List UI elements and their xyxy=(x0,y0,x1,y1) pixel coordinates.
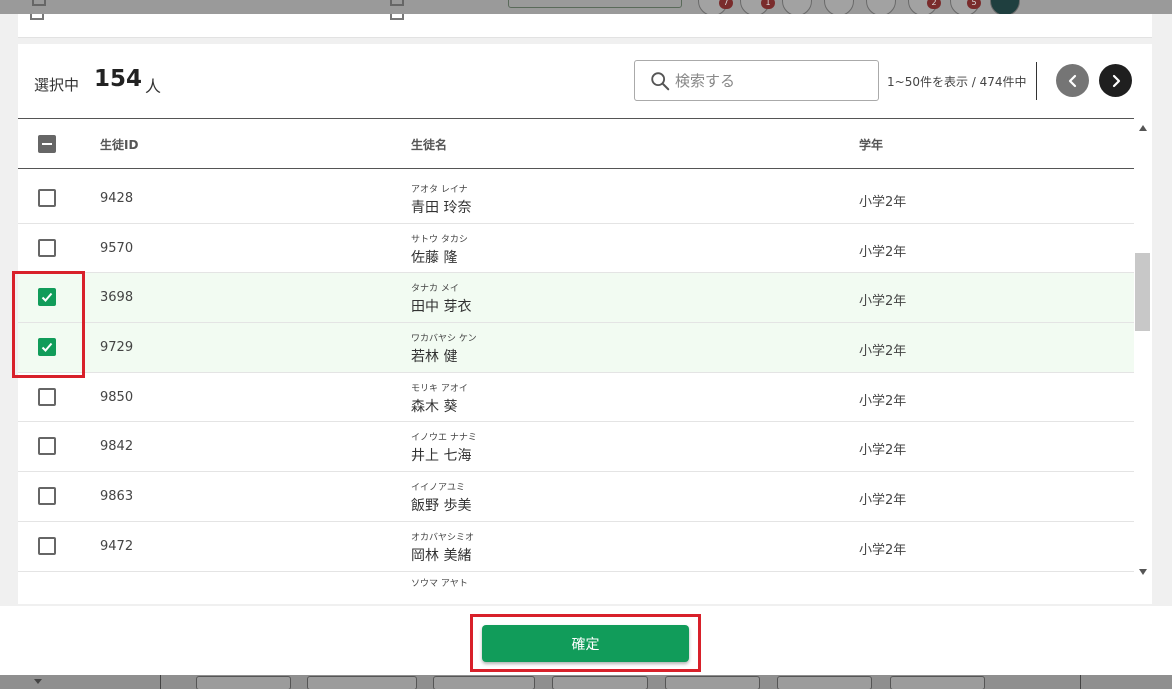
student-grade: 小学2年 xyxy=(859,294,907,310)
selection-label: 選択中 xyxy=(34,76,80,94)
student-grade: 小学2年 xyxy=(859,493,907,509)
bg-badge: 2 xyxy=(927,0,941,9)
student-table: 生徒ID 生徒名 学年 9428 アオタ レイナ 青田 玲奈 小学2年 9570… xyxy=(18,118,1152,604)
background-app-bottom xyxy=(0,675,1172,689)
modal-footer: 確定 xyxy=(0,606,1172,675)
student-id: 9570 xyxy=(100,240,134,256)
student-id: 9863 xyxy=(100,489,134,505)
student-name: 井上 七海 xyxy=(411,448,472,465)
table-row: 9850 モリキ アオイ 森木 葵 小学2年 xyxy=(18,372,1134,423)
search-input[interactable] xyxy=(675,67,870,95)
student-name: 佐藤 隆 xyxy=(411,249,458,266)
student-name: 若林 健 xyxy=(411,349,458,366)
student-grade: 小学2年 xyxy=(859,344,907,360)
top-options-strip xyxy=(18,14,1152,38)
header-student-id: 生徒ID xyxy=(100,138,139,152)
student-kana: イイノアユミ xyxy=(411,483,466,494)
header-grade: 学年 xyxy=(859,138,884,152)
student-id: 3698 xyxy=(100,290,134,306)
student-kana: オカバヤシミオ xyxy=(411,532,475,543)
check-icon xyxy=(41,293,53,303)
student-list-card: 選択中 154 人 1~50件を表示 / 474件中 xyxy=(18,44,1152,604)
student-grade: 小学2年 xyxy=(859,244,907,260)
student-kana: イノウエ ナナミ xyxy=(411,433,477,444)
student-kana: サトウ タカシ xyxy=(411,234,468,245)
table-row: 3698 タナカ メイ 田中 芽衣 小学2年 xyxy=(18,273,1134,324)
background-app-top: 7 1 2 5 xyxy=(0,0,1172,14)
list-header: 選択中 154 人 1~50件を表示 / 474件中 xyxy=(18,44,1152,118)
scroll-down-arrow-icon[interactable] xyxy=(1139,569,1147,575)
pagination-range: 1~50件を表示 / 474件中 xyxy=(887,75,1027,89)
student-kana: アオタ レイナ xyxy=(411,185,468,195)
header-divider xyxy=(1036,62,1037,100)
table-row: 9472 オカバヤシミオ 岡林 美緒 小学2年 xyxy=(18,521,1134,572)
student-name: 飯野 歩美 xyxy=(411,498,472,515)
row-checkbox[interactable] xyxy=(38,437,56,456)
table-row: 9842 イノウエ ナナミ 井上 七海 小学2年 xyxy=(18,422,1134,473)
row-checkbox[interactable] xyxy=(38,487,56,506)
table-row: 9428 アオタ レイナ 青田 玲奈 小学2年 xyxy=(18,174,1134,224)
student-id: 9850 xyxy=(100,389,134,405)
student-grade: 小学2年 xyxy=(859,542,907,558)
student-grade: 小学2年 xyxy=(859,393,907,409)
row-checkbox[interactable] xyxy=(38,189,56,207)
confirm-button[interactable]: 確定 xyxy=(482,625,689,662)
student-select-modal: 選択中 154 人 1~50件を表示 / 474件中 xyxy=(0,14,1172,675)
student-name: 青田 玲奈 xyxy=(411,200,472,216)
row-checkbox[interactable] xyxy=(38,536,56,555)
bg-badge: 1 xyxy=(761,0,775,9)
table-row: 9729 ワカバヤシ ケン 若林 健 小学2年 xyxy=(18,323,1134,373)
student-id: 9428 xyxy=(100,191,134,206)
table-row: 9570 サトウ タカシ 佐藤 隆 小学2年 xyxy=(18,223,1134,274)
student-name: 田中 芽衣 xyxy=(411,299,472,316)
student-kana: ワカバヤシ ケン xyxy=(411,334,477,345)
student-kana: タナカ メイ xyxy=(411,284,459,295)
student-kana: モリキ アオイ xyxy=(411,383,468,394)
student-name: 森木 葵 xyxy=(411,398,458,415)
table-scrollbar[interactable] xyxy=(1134,118,1152,604)
student-name: 岡林 美緒 xyxy=(411,547,472,564)
student-id: 9472 xyxy=(100,538,134,554)
row-checkbox[interactable] xyxy=(38,387,56,406)
student-kana: ソウマ アヤト xyxy=(411,578,468,589)
student-id: 9842 xyxy=(100,439,134,455)
selection-unit: 人 xyxy=(145,77,162,96)
bg-badge: 7 xyxy=(719,0,733,9)
bg-badge: 5 xyxy=(967,0,981,9)
next-page-button[interactable] xyxy=(1099,64,1132,97)
table-row: ソウマ アヤト xyxy=(18,571,1134,592)
row-checkbox[interactable] xyxy=(38,288,56,307)
chevron-right-icon xyxy=(1112,74,1120,87)
student-grade: 小学2年 xyxy=(859,443,907,459)
chevron-left-icon xyxy=(1068,74,1076,87)
check-icon xyxy=(41,342,53,353)
row-checkbox[interactable] xyxy=(38,338,56,357)
select-all-checkbox[interactable] xyxy=(38,135,56,153)
search-icon xyxy=(651,72,670,91)
student-grade: 小学2年 xyxy=(859,195,907,210)
scrollbar-thumb[interactable] xyxy=(1135,253,1150,331)
header-student-name: 生徒名 xyxy=(411,138,448,152)
search-box xyxy=(634,60,879,101)
table-row: 9863 イイノアユミ 飯野 歩美 小学2年 xyxy=(18,472,1134,522)
table-body: 9428 アオタ レイナ 青田 玲奈 小学2年 9570 サトウ タカシ 佐藤 … xyxy=(18,174,1134,592)
student-id: 9729 xyxy=(100,340,134,356)
scroll-up-arrow-icon[interactable] xyxy=(1139,125,1147,131)
selection-count: 154 xyxy=(94,66,143,92)
prev-page-button[interactable] xyxy=(1056,64,1089,97)
table-header: 生徒ID 生徒名 学年 xyxy=(18,118,1134,169)
row-checkbox[interactable] xyxy=(38,238,56,257)
